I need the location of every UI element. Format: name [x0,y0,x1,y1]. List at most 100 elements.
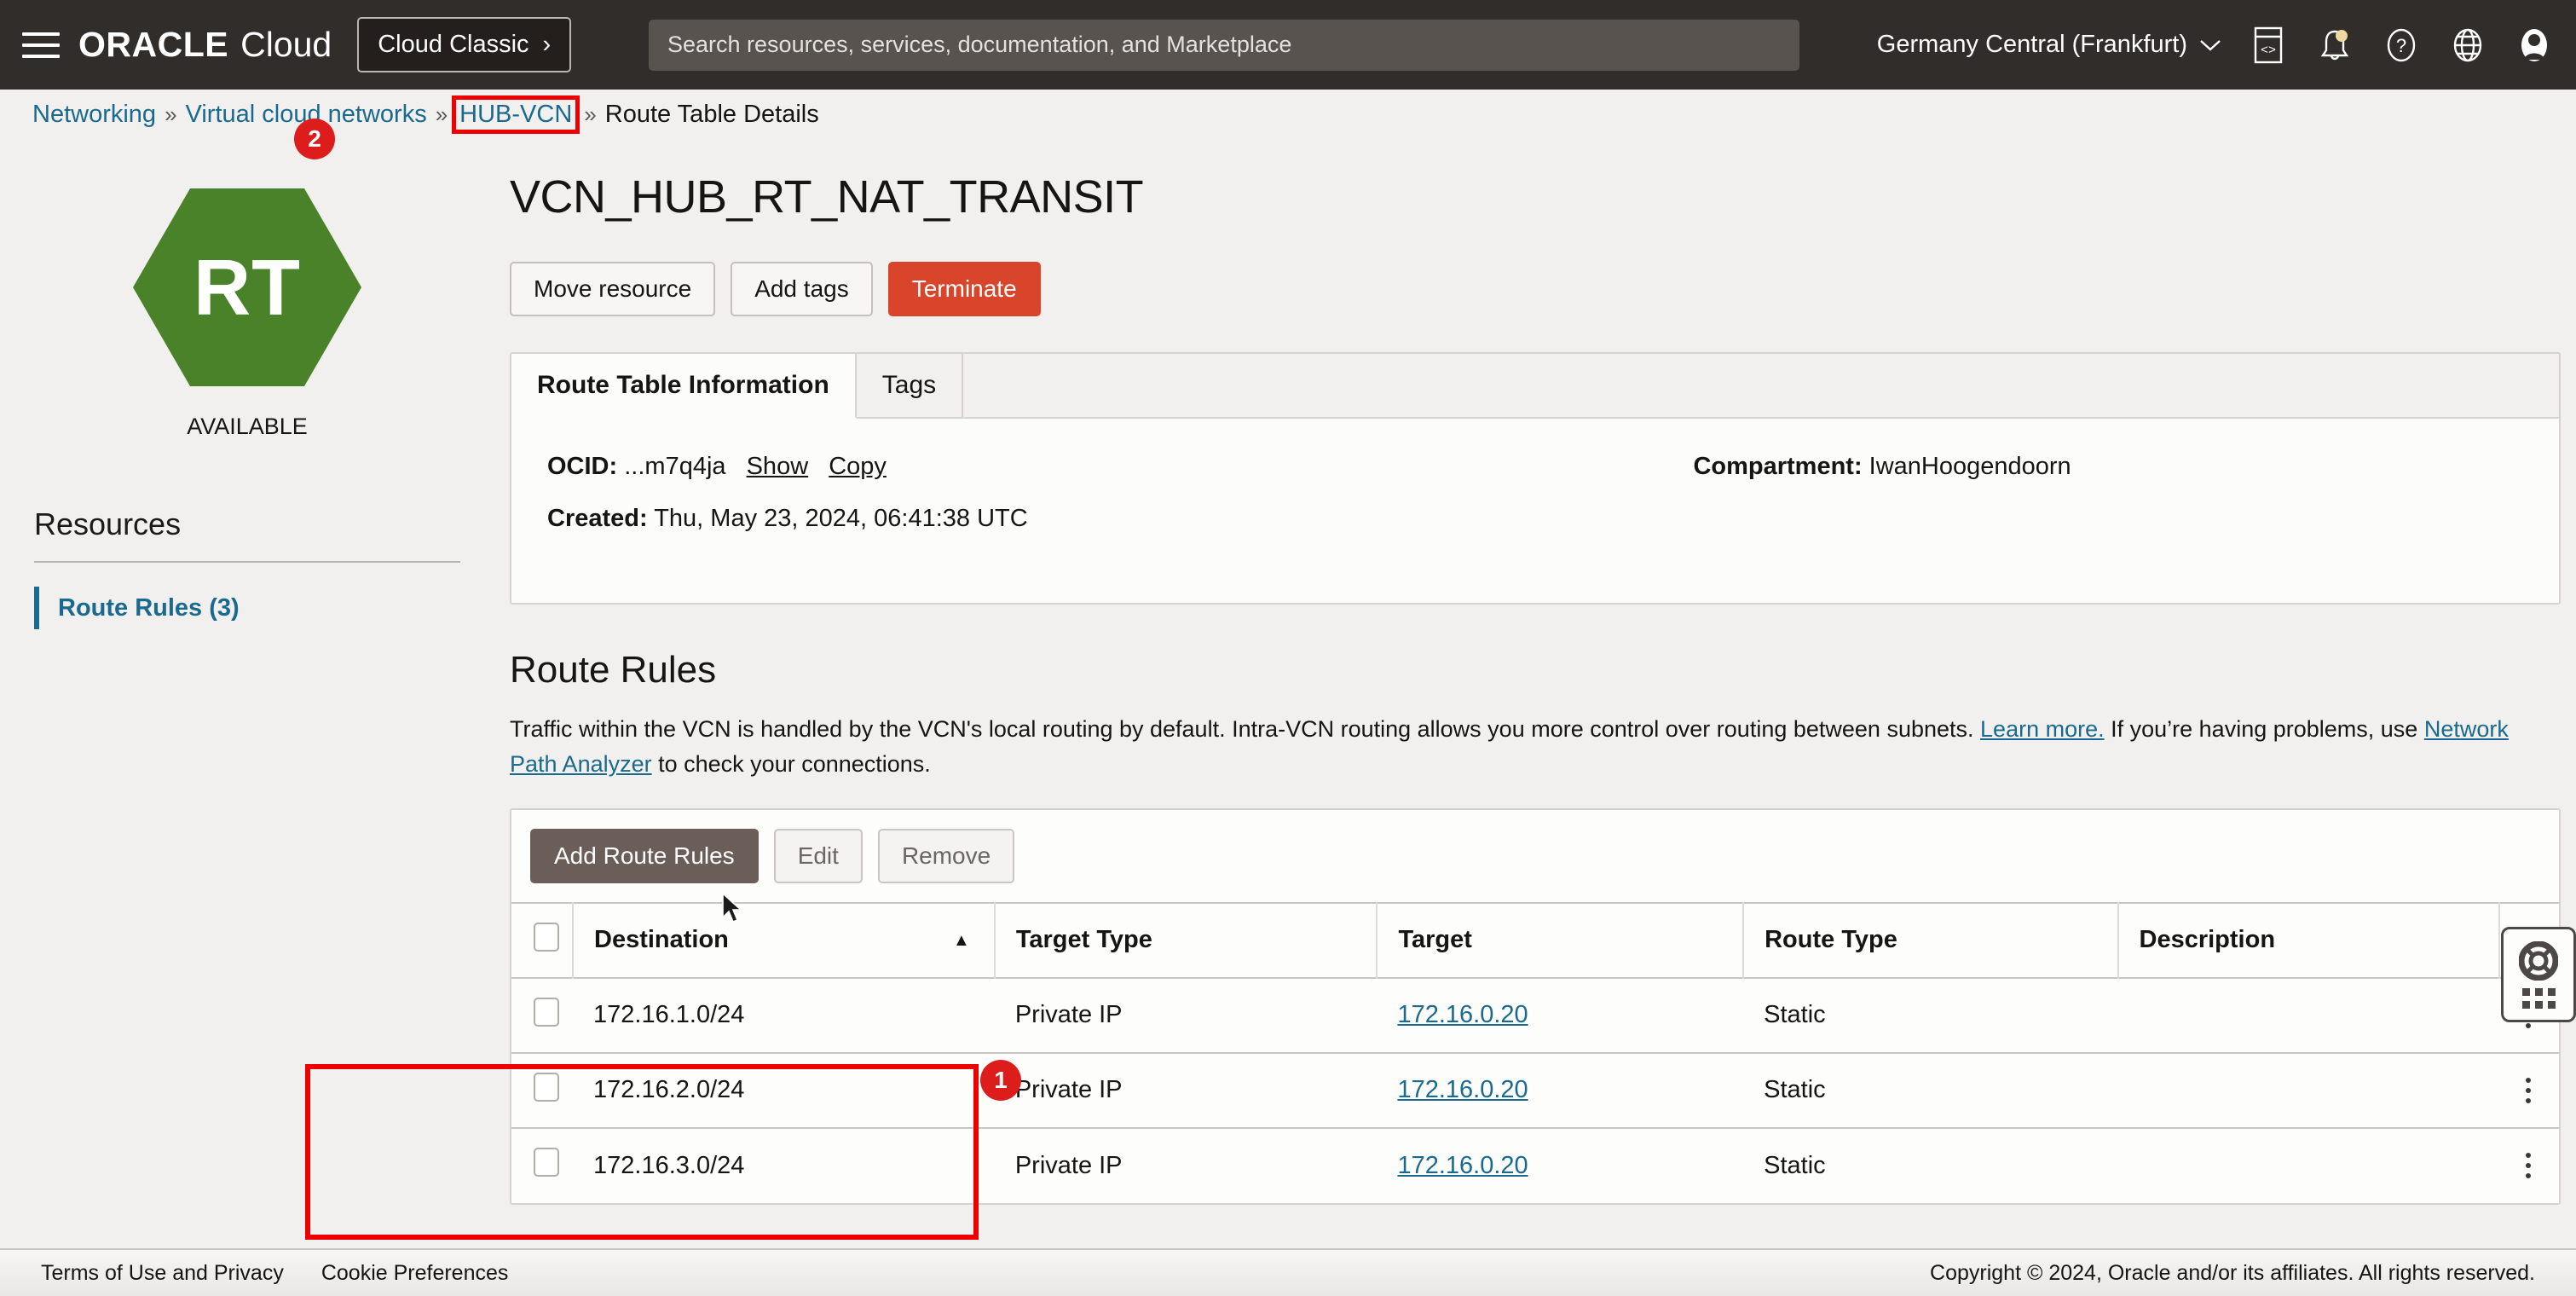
desc-text-part2: If you’re having problems, use [2111,715,2418,742]
cell-route-type: Static [1743,1051,2118,1128]
ocid-copy-link[interactable]: Copy [829,453,887,480]
resource-action-buttons: Move resource Add tags Terminate [510,262,2576,316]
learn-more-link[interactable]: Learn more. [1980,716,2105,742]
cloud-shell-icon[interactable]: <> [2249,26,2288,65]
details-column-left: OCID: ...m7q4ja Show Copy Created: Thu, … [547,453,1693,557]
compartment-value: IwanHoogendoorn [1868,452,2071,480]
column-header-route-type[interactable]: Route Type [1743,901,2119,978]
ocid-row: OCID: ...m7q4ja Show Copy [547,453,1693,481]
cell-destination: 172.16.2.0/24 [573,1051,995,1128]
cell-target-type: Private IP [994,976,1378,1053]
ocid-show-link[interactable]: Show [747,453,809,480]
main-content: VCN_HUB_RT_NAT_TRANSIT Move resource Add… [494,149,2576,1249]
table-row[interactable]: 172.16.2.0/24 Private IP 172.16.0.20 Sta… [511,1051,2559,1128]
select-all-checkbox[interactable] [534,922,559,952]
cell-description [2117,1126,2499,1203]
terminate-button[interactable]: Terminate [887,262,1041,316]
topbar-right-cluster: Germany Central (Frankfurt) <> ? [1877,26,2554,65]
cell-route-type: Static [1743,1126,2118,1203]
remove-button[interactable]: Remove [877,829,1015,883]
region-label: Germany Central (Frankfurt) [1876,31,2187,58]
notifications-bell-icon[interactable] [2315,26,2354,65]
details-tabstrip: Route Table Information Tags [511,353,2559,419]
tab-tags[interactable]: Tags [856,353,964,417]
resource-type-badge-label: RT [193,242,301,332]
created-label: Created: [547,504,648,532]
cell-destination: 172.16.1.0/24 [573,976,995,1053]
target-link[interactable]: 172.16.0.20 [1397,1152,1528,1179]
cell-route-type: Static [1743,976,2118,1053]
help-question-icon[interactable]: ? [2382,26,2421,65]
cell-destination: 172.16.3.0/24 [573,1126,995,1203]
ocid-label: OCID: [547,452,618,480]
column-header-target-type[interactable]: Target Type [994,901,1378,978]
row-checkbox[interactable] [534,1072,559,1102]
column-header-description[interactable]: Description [2117,901,2500,978]
hexagon-shape: RT [133,188,361,386]
move-resource-button[interactable]: Move resource [510,262,716,316]
ocid-value: ...m7q4ja [624,452,726,480]
row-select-cell [511,976,573,1053]
column-header-destination[interactable]: Destination ▲ [573,901,996,978]
target-link[interactable]: 172.16.0.20 [1397,1076,1528,1103]
sidebar-item-route-rules[interactable]: Route Rules (3) [34,587,494,629]
resources-heading: Resources [34,506,182,541]
details-tab-card: Route Table Information Tags OCID: ...m7… [510,351,2561,605]
oracle-cloud-logo[interactable]: ORACLE Cloud [78,25,332,65]
route-rules-table-toolbar: Add Route Rules Edit Remove [511,810,2559,902]
details-column-right: Compartment: IwanHoogendoorn [1693,453,2523,557]
row-select-cell [511,1051,573,1128]
help-floating-widget[interactable] [2501,927,2576,1022]
cell-description [2117,1051,2499,1128]
created-value: Thu, May 23, 2024, 06:41:38 UTC [654,504,1028,532]
footer-link-cookie-preferences[interactable]: Cookie Preferences [321,1261,509,1286]
row-actions-cell [2499,1051,2559,1128]
hamburger-menu-icon[interactable] [22,28,61,62]
cloud-classic-button[interactable]: Cloud Classic › [357,17,572,72]
cell-target-type: Private IP [994,1051,1378,1128]
row-actions-cell [2499,1126,2559,1203]
route-rules-table-card: Add Route Rules Edit Remove Destination … [510,808,2561,1205]
resource-status-label: AVAILABLE [187,414,308,439]
column-header-target[interactable]: Target [1377,901,1745,978]
section-title-route-rules: Route Rules [510,648,717,691]
route-rules-description: Traffic within the VCN is handled by the… [510,712,2556,784]
region-selector[interactable]: Germany Central (Frankfurt) [1877,31,2221,59]
table-row[interactable]: 172.16.3.0/24 Private IP 172.16.0.20 Sta… [511,1126,2559,1203]
edit-button[interactable]: Edit [773,829,863,883]
footer-link-terms[interactable]: Terms of Use and Privacy [41,1261,284,1286]
breadcrumb-item-hub-vcn[interactable]: HUB-VCN [452,95,580,134]
add-route-rules-button[interactable]: Add Route Rules [530,829,759,883]
annotation-marker-1: 1 [980,1060,1021,1101]
route-rules-table-body: 172.16.1.0/24 Private IP 172.16.0.20 Sta… [511,976,2559,1203]
dot-grid-handle-icon[interactable] [2521,987,2556,1009]
select-all-header-cell [511,901,574,978]
row-kebab-menu-icon[interactable] [2520,1077,2537,1103]
row-checkbox[interactable] [534,1148,559,1177]
oracle-wordmark: ORACLE [78,25,229,64]
annotation-marker-2: 2 [294,119,335,159]
page-footer: Terms of Use and Privacy Cookie Preferen… [0,1248,2576,1296]
table-row[interactable]: 172.16.1.0/24 Private IP 172.16.0.20 Sta… [511,976,2559,1053]
user-avatar-icon[interactable] [2515,26,2554,65]
top-navigation-bar: ORACLE Cloud Cloud Classic › Germany Cen… [0,0,2576,90]
svg-text:<>: <> [2261,43,2276,58]
svg-text:?: ? [2396,35,2406,56]
cloud-classic-label: Cloud Classic [378,31,529,58]
chevron-right-icon: › [542,31,552,58]
language-globe-icon[interactable] [2448,26,2487,65]
desc-text-part1: Traffic within the VCN is handled by the… [510,715,1974,742]
row-select-cell [511,1126,573,1203]
row-checkbox[interactable] [534,997,559,1027]
lifesaver-help-icon [2519,940,2558,981]
resource-status-hexagon: RT [34,168,460,407]
created-row: Created: Thu, May 23, 2024, 06:41:38 UTC [547,505,1693,533]
row-kebab-menu-icon[interactable] [2520,1153,2537,1179]
search-input[interactable] [649,19,1799,71]
tab-route-table-information[interactable]: Route Table Information [511,353,857,419]
breadcrumb: Networking » Virtual cloud networks » HU… [0,90,2576,139]
target-link[interactable]: 172.16.0.20 [1397,1001,1528,1028]
breadcrumb-item-route-table-details: Route Table Details [604,100,819,128]
add-tags-button[interactable]: Add tags [731,262,873,316]
breadcrumb-item-networking[interactable]: Networking [32,101,156,129]
